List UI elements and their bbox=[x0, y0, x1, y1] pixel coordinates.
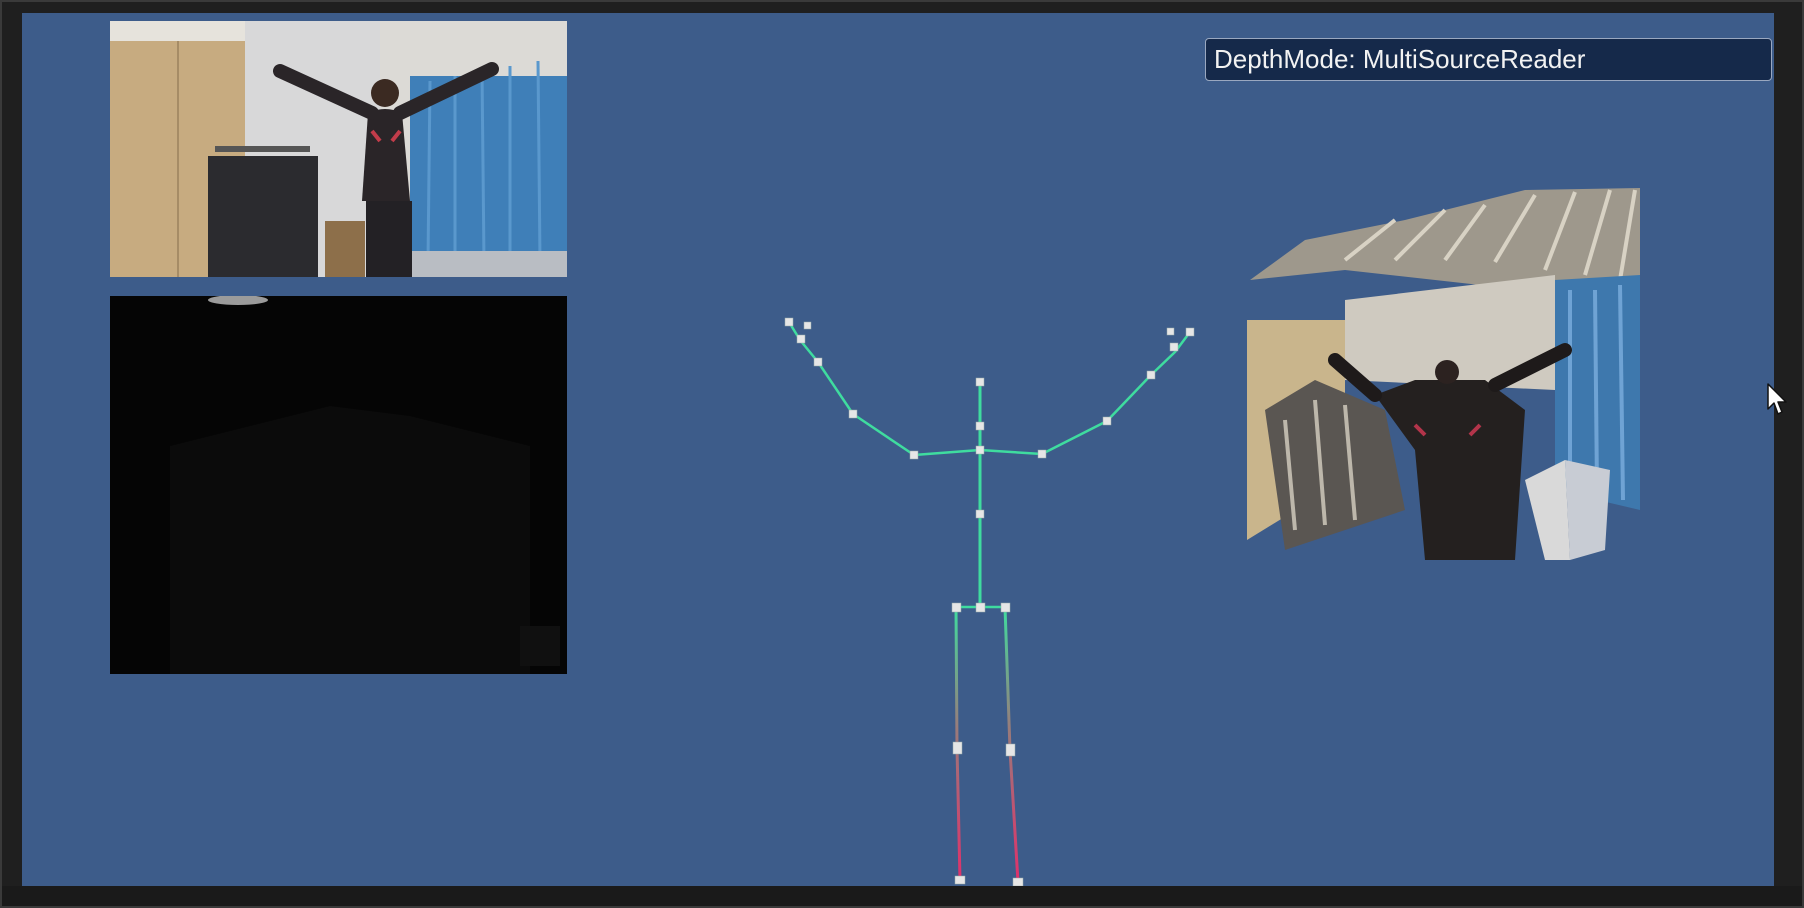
joint bbox=[1005, 743, 1016, 757]
joint bbox=[803, 321, 812, 330]
joint bbox=[975, 509, 985, 519]
joint bbox=[1012, 877, 1024, 887]
joint bbox=[1185, 327, 1195, 337]
point-cloud-render bbox=[1247, 188, 1640, 560]
joint bbox=[848, 409, 858, 419]
joint bbox=[813, 357, 823, 367]
joint bbox=[975, 377, 985, 387]
joint bbox=[1037, 449, 1047, 459]
joint bbox=[975, 445, 985, 455]
joint bbox=[1146, 370, 1156, 380]
bottom-strip bbox=[0, 886, 1804, 908]
joint bbox=[784, 317, 794, 327]
joint bbox=[952, 741, 963, 755]
mouse-cursor-icon bbox=[1767, 383, 1787, 415]
joint bbox=[1169, 342, 1179, 352]
joint bbox=[954, 875, 966, 885]
joint bbox=[1000, 602, 1011, 613]
joint bbox=[951, 602, 962, 613]
joint bbox=[796, 334, 806, 344]
joint bbox=[909, 450, 919, 460]
joint bbox=[975, 602, 986, 613]
joint bbox=[1166, 327, 1175, 336]
joint bbox=[975, 421, 985, 431]
left-arm-bone bbox=[787, 320, 982, 457]
joint bbox=[1102, 416, 1112, 426]
right-arm-bone bbox=[978, 330, 1192, 456]
